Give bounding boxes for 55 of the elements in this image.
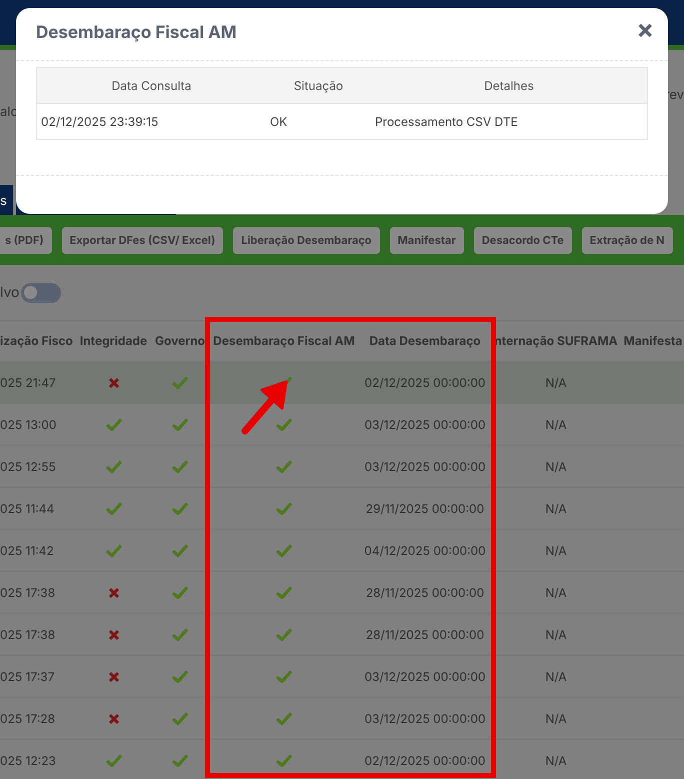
table-cell: N/A [545,374,567,392]
table-cell: 03/12/2025 00:00:00 [364,416,486,434]
column-header: nternação SUFRAMA [494,332,618,350]
table-cell: 03/12/2025 00:00:00 [364,458,486,476]
table-cell: 025 17:37 [0,668,54,684]
table-cell: 025 17:38 [0,584,56,600]
table-cell: 04/12/2025 00:00:00 [364,542,486,560]
column-header: Governo [154,332,206,350]
column-header: Situação [294,76,344,94]
dialog-title: Desembaraço Fiscal AM [36,22,237,46]
close-button[interactable]: × [636,17,654,43]
table-cell: N/A [545,752,567,770]
column-header: Manifesta [624,332,682,350]
tab[interactable]: s [0,185,13,215]
toolbar-button[interactable]: Liberação Desembaraço [233,226,380,254]
table-cell: N/A [545,668,567,686]
toolbar-button[interactable]: s (PDF) [0,226,52,254]
table-cell: 29/11/2025 00:00:00 [366,500,484,518]
table-row[interactable]: 025 21:47 02/12/2025 00:00:00 N/A [0,362,684,404]
toolbar-button[interactable]: Extração de N [582,226,673,254]
column-header: ização Fisco [0,332,73,350]
toolbar-button[interactable]: Exportar DFes (CSV/ Excel) [62,226,224,254]
table-cell: N/A [545,542,567,560]
column-header: Data Desembaraço [369,332,481,350]
column-header: Integridade [80,332,148,350]
toggle-label: lvo [0,283,20,303]
table-cell: 03/12/2025 00:00:00 [364,710,486,728]
table-cell: 025 17:38 [0,626,56,642]
table-cell: 025 12:55 [0,458,56,474]
table-cell: N/A [545,710,567,728]
table-cell: 025 13:00 [0,416,56,432]
table-cell: 28/11/2025 00:00:00 [366,584,484,602]
toggle-switch[interactable] [21,282,62,302]
table-cell: N/A [545,626,567,644]
table-cell: N/A [545,500,567,518]
column-header: Data Consulta [112,76,192,94]
toolbar-button[interactable]: Desacordo CTe [474,226,572,254]
table-cell: 025 17:28 [0,710,56,726]
toolbar-button[interactable]: Manifestar [390,226,464,254]
table-cell: N/A [545,416,567,434]
table-cell: 02/12/2025 00:00:00 [364,374,486,392]
table-cell: 02/12/2025 23:39:15 [41,114,158,128]
table-cell: N/A [545,584,567,602]
table-cell: 02/12/2025 00:00:00 [364,752,486,770]
table-cell: 025 11:44 [0,500,54,516]
table-cell: Processamento CSV DTE [375,114,518,128]
column-header: Detalhes [484,76,534,94]
table-cell: 025 11:42 [0,542,54,558]
column-header: Desembaraço Fiscal AM [213,332,355,350]
table-cell: 03/12/2025 00:00:00 [364,668,486,686]
table-cell: 025 12:23 [0,752,56,768]
table-cell: N/A [545,458,567,476]
table-cell: 28/11/2025 00:00:00 [366,626,484,644]
table-cell: 025 21:47 [0,374,56,390]
table-cell: OK [270,114,288,128]
